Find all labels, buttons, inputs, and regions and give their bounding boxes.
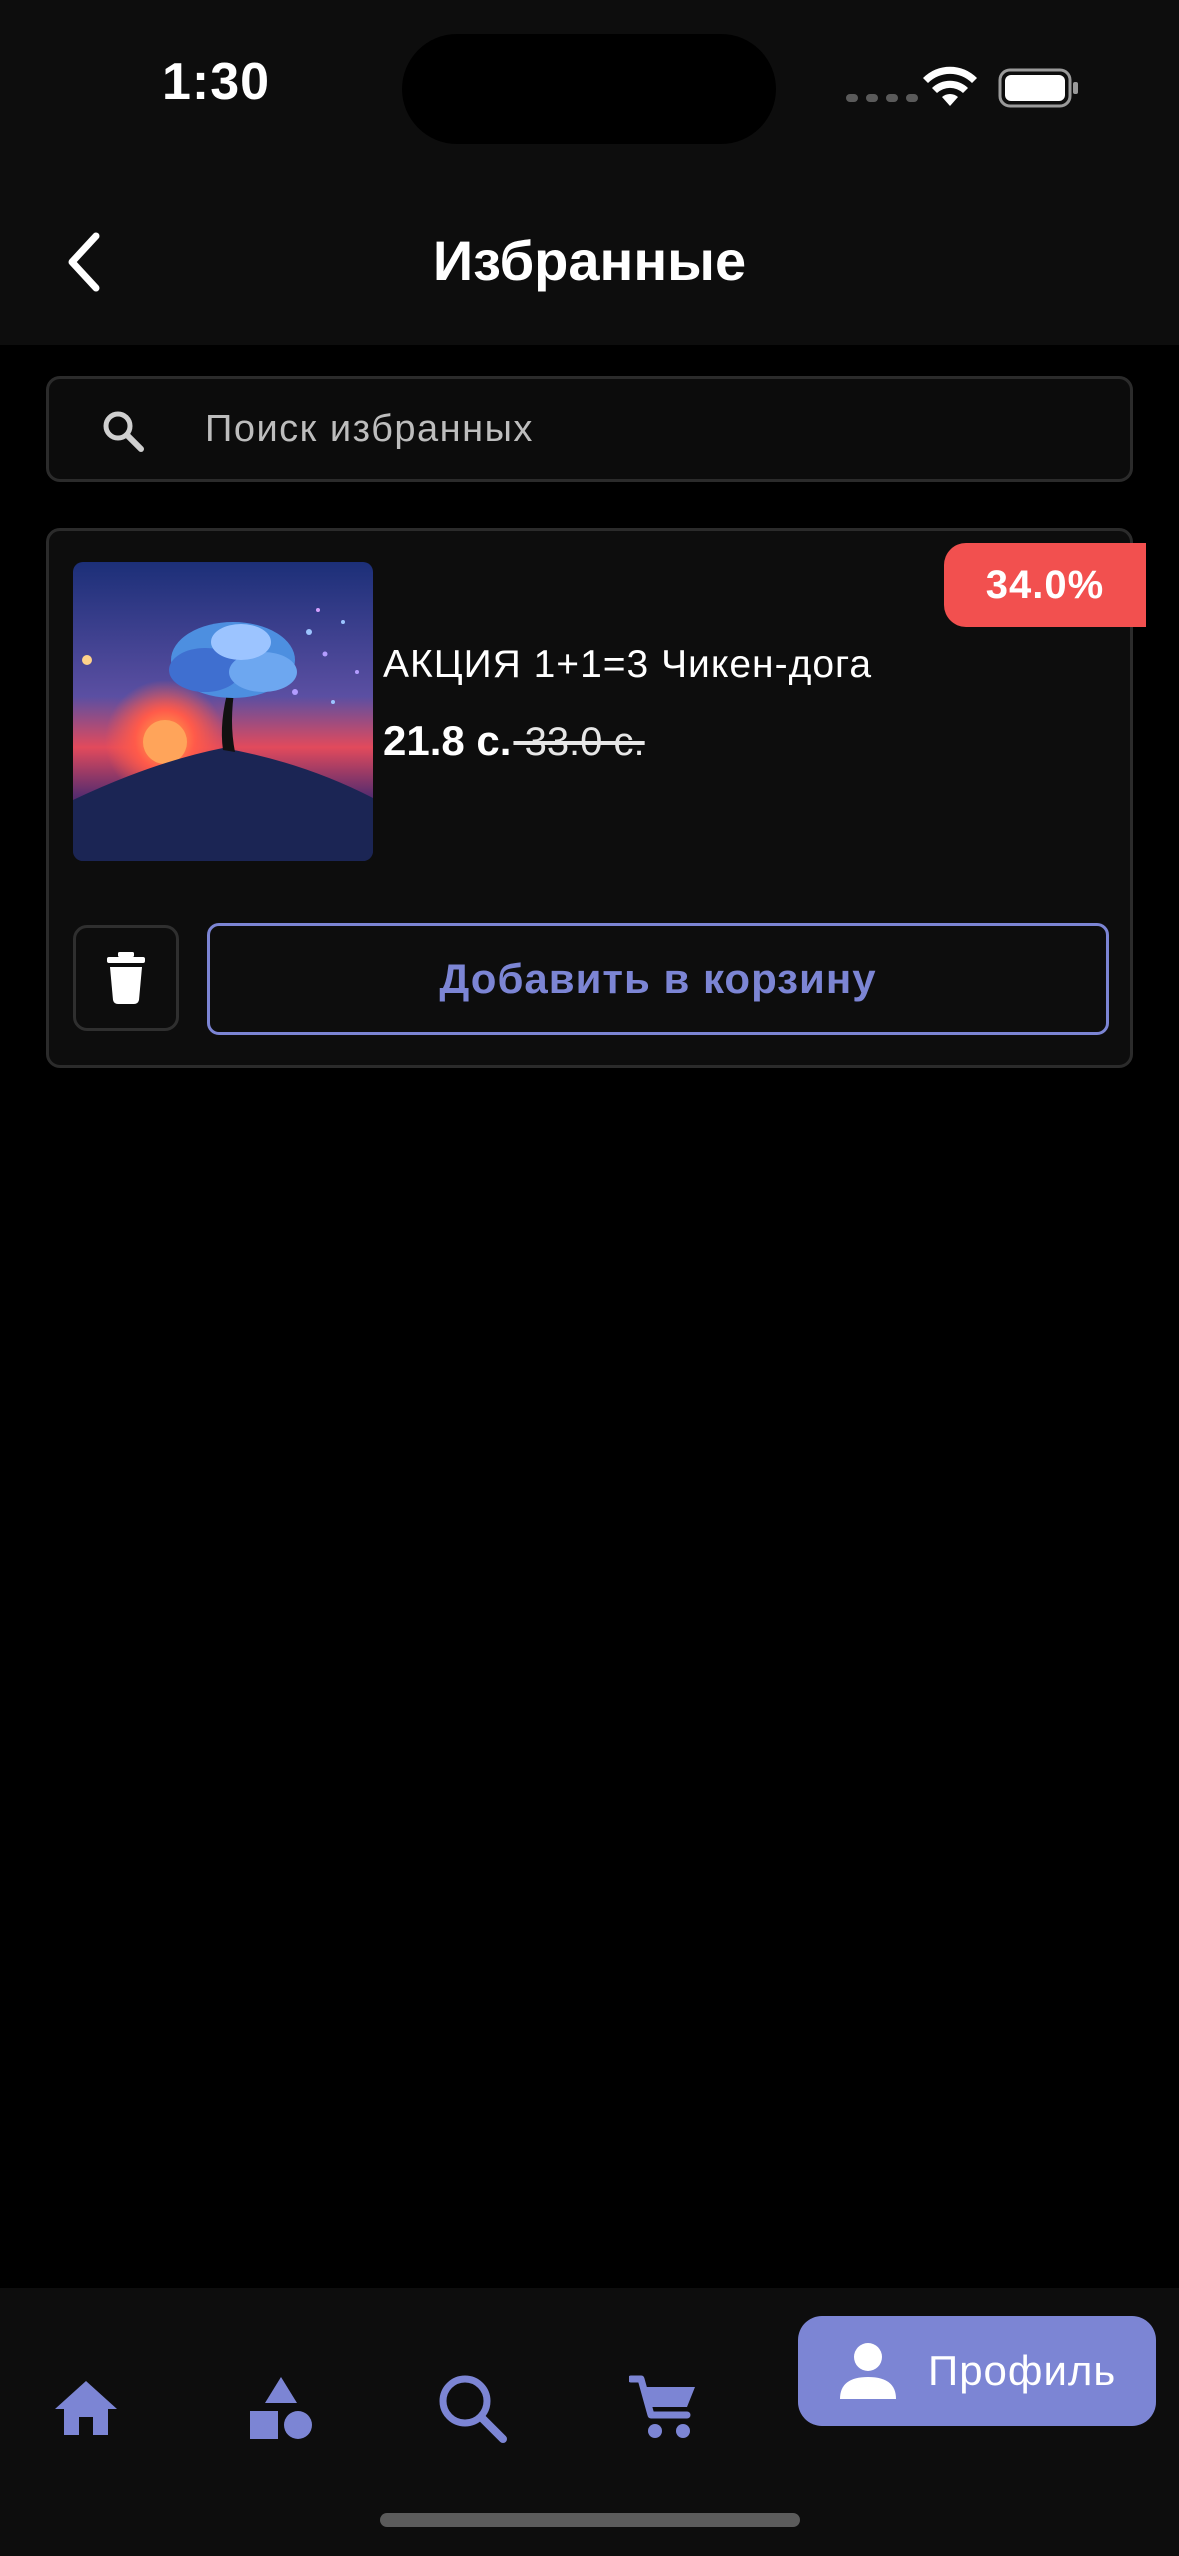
nav-cart[interactable] (616, 2360, 712, 2456)
cellular-signal-icon (846, 94, 918, 102)
trash-icon (107, 952, 145, 1004)
search-bar (46, 376, 1133, 482)
search-icon (103, 411, 144, 452)
person-icon (840, 2343, 896, 2399)
battery-icon (998, 68, 1078, 108)
discount-badge: 34.0% (944, 543, 1146, 627)
add-to-cart-button[interactable]: Добавить в корзину (207, 923, 1109, 1035)
nav-categories[interactable] (233, 2360, 329, 2456)
favorites-screen: 1:30 Избранные Поиск избранных 34.0% АКЦ… (0, 0, 1179, 2556)
product-image[interactable] (73, 562, 373, 861)
top-bar: 1:30 Избранные (0, 0, 1179, 345)
page-title: Избранные (432, 229, 747, 292)
status-time: 1:30 (162, 53, 271, 111)
old-price: 33.0 с. (513, 720, 645, 764)
categories-icon (250, 2377, 312, 2439)
nav-search[interactable] (424, 2360, 520, 2456)
home-indicator (380, 2513, 800, 2527)
favorite-item-card: 34.0% АКЦИЯ 1+1=3 Чикен-дога 21.8 с. 33.… (46, 528, 1146, 1068)
nav-profile[interactable]: Профиль (798, 2316, 1156, 2426)
wifi-icon (923, 66, 977, 106)
search-icon (439, 2375, 507, 2443)
cart-icon (629, 2375, 695, 2438)
dynamic-island (402, 34, 776, 144)
nav-home[interactable] (38, 2360, 134, 2456)
current-price: 21.8 с. (383, 717, 512, 764)
price-row: 21.8 с. 33.0 с. (383, 717, 645, 765)
home-icon (55, 2381, 117, 2435)
product-name: АКЦИЯ 1+1=3 Чикен-дога (383, 643, 873, 686)
remove-favorite-button[interactable] (73, 925, 179, 1031)
search-input[interactable] (205, 379, 1105, 479)
nav-profile-label: Профиль (928, 2347, 1117, 2394)
